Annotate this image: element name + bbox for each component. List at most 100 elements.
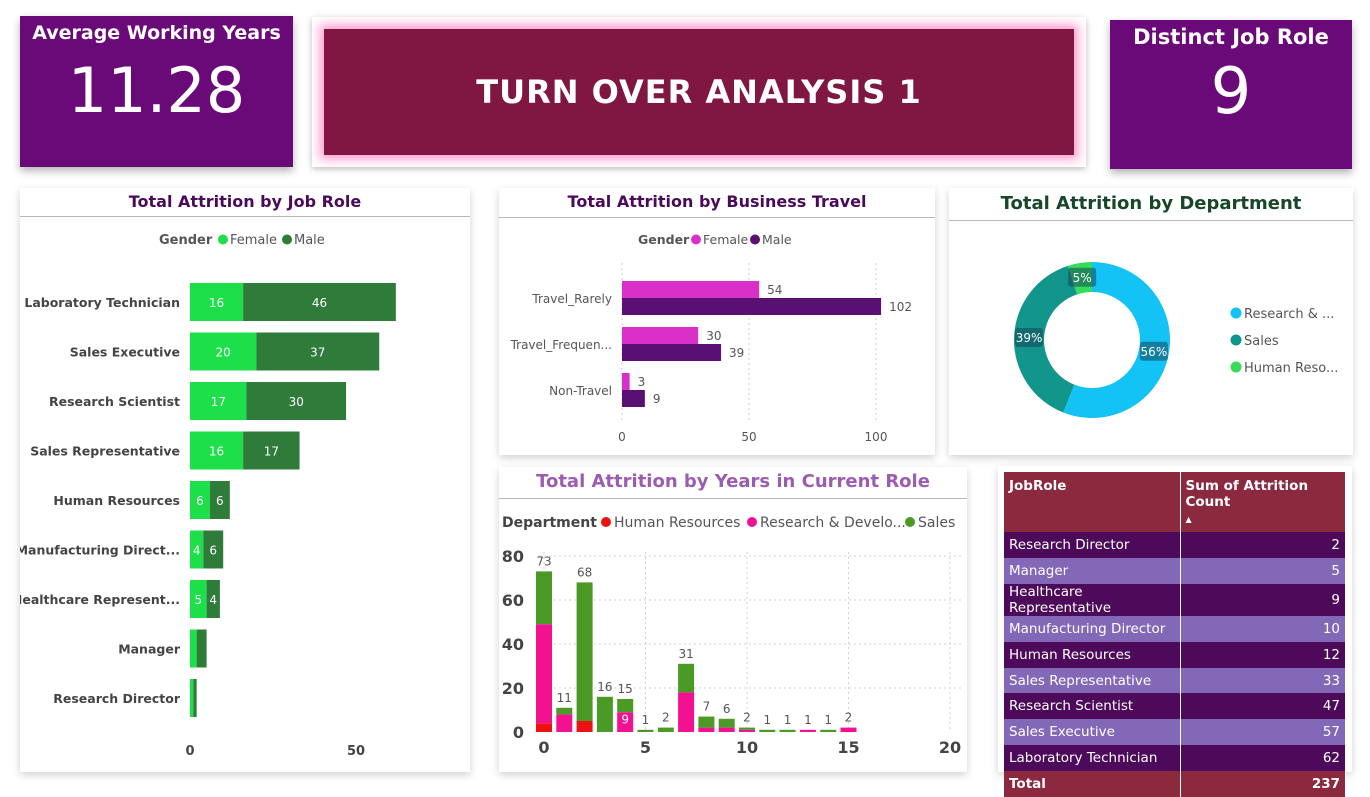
bar-female	[190, 679, 194, 717]
category-label: Travel_Frequen...	[510, 338, 612, 352]
x-tick: 5	[640, 738, 651, 757]
table-row[interactable]: Research Director 2	[1004, 532, 1346, 558]
cell-attrition: 5	[1180, 557, 1346, 584]
legend-swatch	[747, 517, 757, 527]
column-header-label: Sum of Attrition Count	[1185, 478, 1309, 510]
total-label: 31	[678, 647, 693, 661]
category-label: Travel_Rarely	[531, 292, 612, 306]
department-donut-chart[interactable]: 56% 39% 5% Research & ... Sales Human Reso...	[949, 188, 1353, 455]
stacked-bar-segment	[698, 716, 715, 728]
legend-female-label: Female	[230, 233, 277, 248]
cell-attrition: 33	[1180, 667, 1346, 694]
stacked-bar-segment	[678, 692, 695, 732]
stacked-bar-segment	[596, 696, 613, 732]
table-total-row: Total 237	[1004, 771, 1346, 797]
data-label: 4	[209, 593, 217, 607]
job-role-chart[interactable]: Gender Female Male Laboratory Technician 16 4…	[20, 188, 470, 772]
legend-female-swatch	[691, 234, 701, 245]
cell-attrition: 47	[1180, 693, 1346, 720]
stacked-bar-segment	[739, 727, 755, 730]
bar-female	[622, 327, 699, 344]
job-role-chart-card[interactable]: Total Attrition by Job Role Gender Female…	[20, 188, 470, 772]
bar-female	[622, 281, 760, 298]
table-row[interactable]: Sales Executive 57	[1004, 719, 1346, 746]
table-row[interactable]: Manager 5	[1004, 557, 1346, 584]
table-row[interactable]: Laboratory Technician 62	[1004, 745, 1346, 772]
legend-title: Department	[502, 515, 597, 531]
x-tick: 10	[736, 738, 758, 757]
department-chart-card[interactable]: Total Attrition by Department 56% 39% 5% Re…	[949, 188, 1353, 455]
stacked-bar-segment	[536, 723, 552, 732]
stacked-bar-segment	[536, 624, 552, 724]
category-label: Sales Representative	[30, 444, 180, 459]
data-label: 6	[216, 494, 224, 508]
legend-female-swatch	[218, 234, 228, 245]
table-row[interactable]: Manufacturing Director 10	[1004, 615, 1346, 642]
table-row[interactable]: Research Scientist 47	[1004, 693, 1346, 720]
business-travel-chart[interactable]: Gender Female Male Travel_Rarely 54 102 Travel…	[499, 188, 935, 455]
bar-male	[622, 390, 645, 407]
stacked-bar-segment	[657, 727, 674, 732]
category-label: Research Director	[53, 691, 181, 706]
years-in-role-chart[interactable]: Department Human Resources Research & Deve…	[499, 467, 967, 772]
total-label: 68	[577, 565, 592, 579]
cell-jobrole: Research Director	[1004, 532, 1181, 558]
table-row[interactable]: Sales Representative 33	[1004, 667, 1346, 694]
column-header-attrition[interactable]: Sum of Attrition Count ▲	[1180, 472, 1346, 532]
category-label: Laboratory Technician	[24, 295, 180, 310]
total-label: 16	[597, 680, 612, 694]
years-role-chart-card[interactable]: Total Attrition by Years in Current Role…	[499, 467, 967, 772]
x-tick: 0	[185, 744, 194, 759]
legend-title: Gender	[159, 233, 213, 248]
job-role-table[interactable]: JobRole Sum of Attrition Count ▲ Researc…	[1004, 472, 1346, 797]
y-tick: 0	[513, 723, 524, 742]
data-label: 5	[194, 593, 202, 607]
cell-jobrole: Healthcare Representative	[1004, 583, 1181, 616]
legend-label: Research & Develo...	[760, 515, 906, 531]
stacked-bar-segment	[556, 707, 573, 715]
x-tick: 15	[837, 738, 859, 757]
total-label: 6	[723, 702, 731, 716]
kpi-distinct-job-role: Distinct Job Role 9	[1110, 20, 1352, 169]
total-label: 1	[784, 713, 792, 727]
y-tick: 60	[502, 591, 524, 610]
data-label: 46	[312, 296, 327, 310]
cell-jobrole: Laboratory Technician	[1004, 745, 1181, 772]
data-label: 17	[211, 395, 226, 409]
kpi-label: Distinct Job Role	[1133, 25, 1329, 49]
legend-female-label: Female	[703, 232, 749, 247]
slice-label: 5%	[1073, 271, 1092, 285]
data-label: 54	[767, 283, 782, 297]
banner: TURN OVER ANALYSIS 1	[324, 29, 1074, 155]
data-label: 6	[196, 494, 204, 508]
total-value: 237	[1180, 771, 1346, 797]
category-label: Healthcare Represent...	[20, 592, 180, 607]
legend-label: Sales	[918, 515, 955, 531]
data-label: 30	[289, 395, 304, 409]
y-tick: 40	[502, 635, 524, 654]
table-row[interactable]: Human Resources 12	[1004, 641, 1346, 668]
total-label: 2	[845, 711, 853, 725]
data-label: 9	[653, 392, 661, 406]
kpi-value: 11.28	[67, 54, 246, 127]
stacked-bar-segment	[617, 699, 634, 713]
data-label: 17	[264, 445, 279, 459]
legend-swatch	[1230, 307, 1242, 319]
category-label: Non-Travel	[549, 384, 612, 398]
bar-male	[622, 298, 882, 315]
column-header-jobrole[interactable]: JobRole	[1004, 472, 1181, 532]
total-label: 1	[824, 713, 832, 727]
x-tick: 0	[618, 430, 626, 444]
table-row[interactable]: Healthcare Representative 9	[1004, 583, 1346, 616]
stacked-bar-segment	[779, 729, 796, 732]
cell-attrition: 10	[1180, 615, 1346, 642]
business-travel-chart-card[interactable]: Total Attrition by Business Travel Gende…	[499, 188, 935, 455]
cell-jobrole: Sales Representative	[1004, 667, 1181, 694]
stacked-bar-segment	[739, 729, 755, 732]
category-label: Manufacturing Direct...	[20, 543, 180, 558]
total-label: 1	[763, 713, 771, 727]
data-label: 39	[729, 346, 744, 360]
total-label: Total	[1004, 771, 1181, 797]
total-label: 2	[662, 711, 670, 725]
legend-label: Human Resources	[614, 515, 740, 531]
